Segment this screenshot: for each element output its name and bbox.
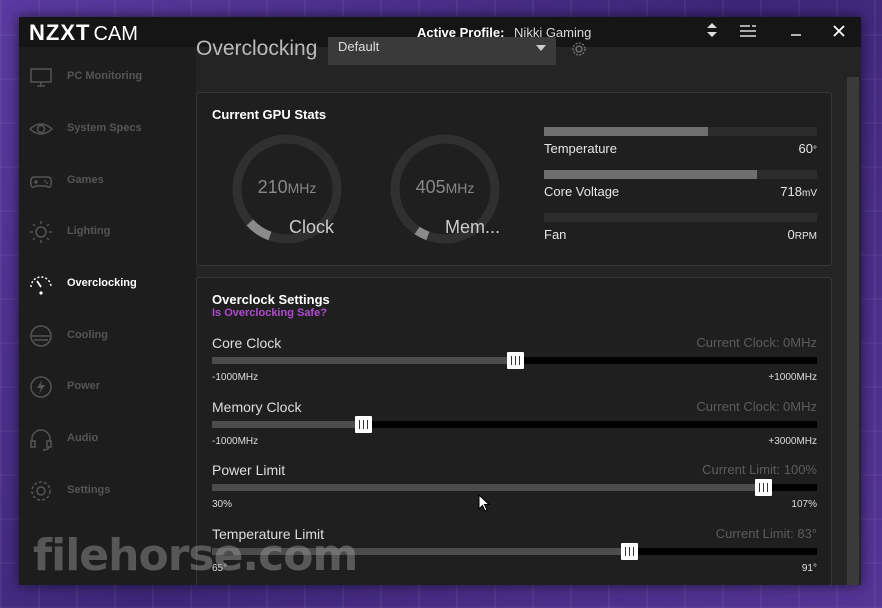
preset-settings-gear-icon[interactable] <box>571 41 587 57</box>
slider-min: 30% <box>212 499 233 510</box>
sort-icon[interactable] <box>702 22 722 42</box>
power-limit-slider: Power Limit Current Limit: 100% 30% 107% <box>212 462 817 514</box>
gauge-value: 210MHz <box>257 177 317 197</box>
menu-icon[interactable] <box>738 22 758 42</box>
core-clock-slider: Core Clock Current Clock: 0MHz -1000MHz … <box>212 335 817 387</box>
slider-current: Current Limit: 100% <box>702 462 817 477</box>
slider-current: Current Clock: 0MHz <box>696 335 817 350</box>
monitor-icon <box>30 68 52 87</box>
panel-title: Overclock Settings <box>212 292 330 307</box>
memory-gauge: 405MHz Mem... <box>385 129 505 249</box>
fan-icon <box>30 325 52 347</box>
app-window: NZXT CAM Active Profile: Nikki Gaming PC… <box>19 17 861 585</box>
slider-name: Core Clock <box>212 335 282 351</box>
stat-value: 718mV <box>780 184 817 199</box>
slider-thumb[interactable] <box>621 543 639 560</box>
preset-value: Default <box>338 39 380 54</box>
slider-fill <box>212 484 763 491</box>
slider-max: 107% <box>791 499 817 510</box>
stat-value: 60° <box>798 141 817 156</box>
stat-name: Core Voltage <box>544 184 620 199</box>
slider-max: +3000MHz <box>768 436 817 447</box>
slider-current: Current Limit: 83° <box>715 526 817 541</box>
sidebar-item-label: Cooling <box>67 329 108 341</box>
main-content: Overclocking Default Current GPU Stats 2… <box>196 37 861 585</box>
slider-fill <box>212 421 364 428</box>
speedometer-icon <box>30 276 52 295</box>
page-title: Overclocking <box>196 37 318 60</box>
stat-bar <box>544 213 817 222</box>
slider-name: Power Limit <box>212 462 286 478</box>
sidebar-item-label: Games <box>67 174 104 186</box>
sidebar-item-label: Power <box>67 380 101 392</box>
sidebar-item-label: Lighting <box>67 225 111 237</box>
slider-min: -1000MHz <box>212 436 259 447</box>
gpu-stats-panel: Current GPU Stats 210MHz Clock 405MHz Me… <box>196 92 832 266</box>
minimize-icon[interactable] <box>786 22 806 42</box>
stat-bar <box>544 127 817 136</box>
slider-track[interactable] <box>212 352 817 369</box>
stat-fill <box>544 170 757 179</box>
mouse-cursor-icon <box>478 494 490 512</box>
slider-current: Current Clock: 0MHz <box>696 399 817 414</box>
gauge-value: 405MHz <box>415 177 475 197</box>
sidebar-item-label: Settings <box>67 484 111 496</box>
brand-bold: NZXT <box>29 20 91 45</box>
slider-track[interactable] <box>212 416 817 433</box>
sidebar-item-audio[interactable]: Audio <box>19 419 196 459</box>
gauge-label: Mem... <box>445 217 501 237</box>
eye-icon <box>29 123 53 135</box>
slider-thumb[interactable] <box>754 479 772 496</box>
close-icon[interactable] <box>829 22 849 42</box>
chevron-down-icon <box>536 45 546 51</box>
slider-max: +1000MHz <box>768 372 817 383</box>
nzxt-cam-logo: NZXT CAM <box>29 20 138 46</box>
overclocking-safe-link[interactable]: Is Overclocking Safe? <box>212 307 327 319</box>
stat-fill <box>544 127 708 136</box>
gamepad-icon <box>30 176 52 189</box>
sidebar-item-cooling[interactable]: Cooling <box>19 316 196 356</box>
scrollbar[interactable] <box>847 77 859 585</box>
sidebar: PC Monitoring System Specs Games Lightin… <box>19 47 196 585</box>
sidebar-item-overclocking[interactable]: Overclocking <box>19 264 196 304</box>
sidebar-item-lighting[interactable]: Lighting <box>19 212 196 252</box>
slider-track[interactable] <box>212 479 817 496</box>
sidebar-item-label: PC Monitoring <box>67 70 143 82</box>
brand-light: CAM <box>93 23 138 45</box>
sidebar-item-pc-monitoring[interactable]: PC Monitoring <box>19 57 196 97</box>
watermark-logo: filehorse.com <box>33 530 358 581</box>
stat-value: 0RPM <box>787 227 817 242</box>
preset-dropdown[interactable]: Default <box>328 37 556 65</box>
stat-bar <box>544 170 817 179</box>
slider-name: Memory Clock <box>212 399 302 415</box>
slider-thumb[interactable] <box>506 352 524 369</box>
gear-icon <box>31 481 51 501</box>
sidebar-item-games[interactable]: Games <box>19 161 196 201</box>
sidebar-item-power[interactable]: Power <box>19 367 196 407</box>
stat-name: Temperature <box>544 141 617 156</box>
slider-min: -1000MHz <box>212 372 259 383</box>
sidebar-item-system-specs[interactable]: System Specs <box>19 109 196 149</box>
stat-name: Fan <box>544 227 567 242</box>
memory-clock-slider: Memory Clock Current Clock: 0MHz -1000MH… <box>212 399 817 451</box>
slider-max: 91° <box>801 563 817 574</box>
panel-title: Current GPU Stats <box>212 107 327 122</box>
sun-icon <box>30 221 52 243</box>
sidebar-item-label: Overclocking <box>67 277 137 289</box>
gauge-label: Clock <box>289 217 335 237</box>
clock-gauge: 210MHz Clock <box>227 129 347 249</box>
lightning-icon <box>30 376 52 398</box>
sidebar-item-label: System Specs <box>67 122 142 134</box>
headset-icon <box>30 429 52 451</box>
slider-fill <box>212 357 515 364</box>
slider-thumb[interactable] <box>355 416 373 433</box>
sidebar-item-label: Audio <box>67 432 99 444</box>
sidebar-item-settings[interactable]: Settings <box>19 471 196 511</box>
